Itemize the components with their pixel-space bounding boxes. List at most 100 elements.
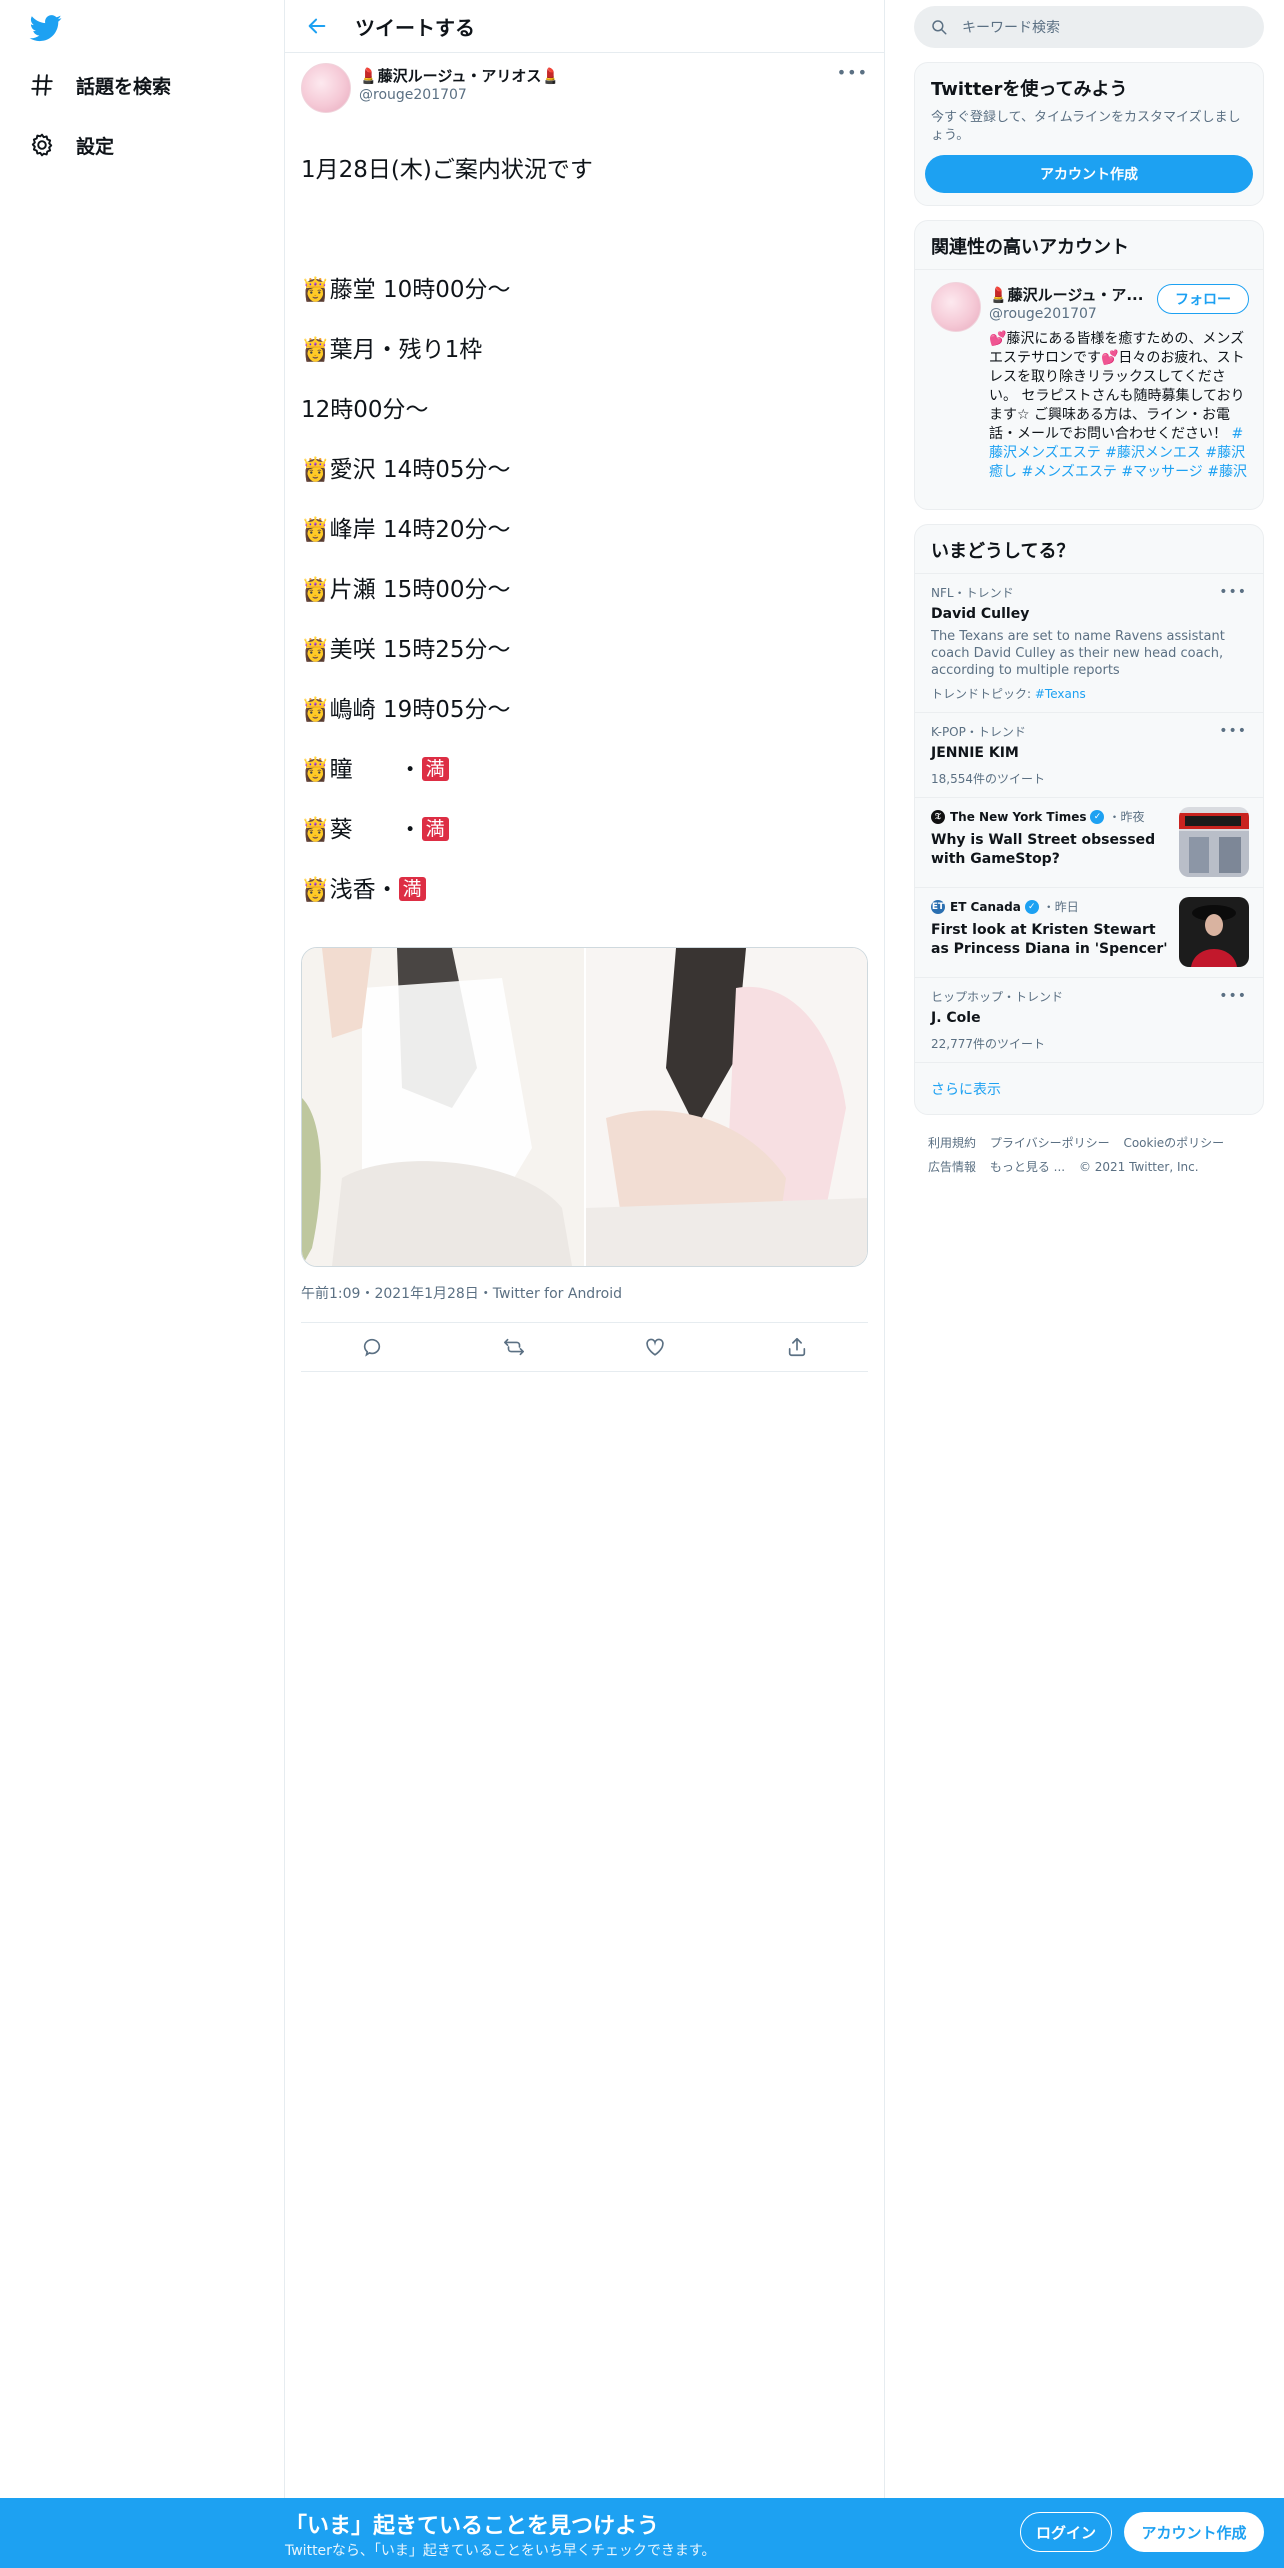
related-account-name: 💄藤沢ルージュ・ア... [989, 286, 1144, 304]
tweet-line: 👸葉月・残り1枠 [301, 337, 483, 363]
footer-link-privacy[interactable]: プライバシーポリシー [990, 1136, 1110, 1150]
tweet-photo-2[interactable] [583, 948, 867, 1266]
tweet-line: 1月28日(木)ご案内状況です [301, 157, 593, 183]
reply-icon[interactable] [354, 1329, 390, 1365]
follow-button[interactable]: フォロー [1157, 284, 1249, 314]
tweet-line: 👸嶋崎 19時05分～ [301, 697, 511, 723]
share-icon[interactable] [779, 1329, 815, 1365]
trend-tweet-count: 18,554件のツイート [931, 772, 1045, 786]
nav-settings[interactable]: 設定 [26, 121, 114, 169]
full-badge: 満 [421, 757, 449, 781]
tweet-text: 1月28日(木)ご案内状況です 👸藤堂 10時00分～ 👸葉月・残り1枠 12時… [285, 125, 884, 935]
gear-icon [26, 129, 58, 161]
full-badge: 満 [421, 817, 449, 841]
more-options-icon[interactable]: ••• [837, 63, 868, 82]
news-title: Why is Wall Street obsessed with GameSto… [931, 832, 1156, 867]
trend-context: NFL・トレンド [931, 586, 1014, 600]
trend-description: The Texans are set to name Ravens assist… [931, 629, 1225, 678]
more-options-icon[interactable]: ••• [1219, 988, 1247, 1004]
trend-topic-label: トレンドトピック: [931, 687, 1035, 701]
trend-item[interactable]: NFL・トレンド ••• David Culley The Texans are… [915, 573, 1263, 712]
news-title: First look at Kristen Stewart as Princes… [931, 922, 1168, 957]
tweet-author-row: 💄藤沢ルージュ・アリオス💄 @rouge201707 ••• [285, 53, 884, 113]
full-badge: 満 [398, 877, 426, 901]
author-name[interactable]: 💄藤沢ルージュ・アリオス💄 [359, 65, 560, 86]
related-accounts-card: 関連性の高いアカウント 💄藤沢ルージュ・ア... @rouge201707 フォ… [914, 220, 1264, 510]
related-account-handle: @rouge201707 [989, 306, 1097, 322]
avatar[interactable] [931, 282, 981, 332]
tweet-line: 👸瞳 ・満 [301, 755, 868, 785]
signup-card-title: Twitterを使ってみよう [931, 79, 1128, 100]
footer-copyright: © 2021 Twitter, Inc. [1078, 1160, 1199, 1174]
bottom-signup-bar: 「いま」起きていることを見つけよう Twitterなら、「いま」起きていることを… [0, 2498, 1284, 2568]
news-time: ・昨日 [1042, 900, 1079, 914]
etcanada-logo-icon: ET [931, 899, 945, 914]
nav-explore[interactable]: 話題を検索 [26, 61, 171, 109]
news-item[interactable]: 𝔗 The New York Times ✓ ・昨夜 Why is Wall S… [915, 797, 1263, 887]
bottom-bar-title: 「いま」起きていることを見つけよう [285, 2514, 660, 2539]
news-source-name: ET Canada [950, 899, 1021, 914]
tweet-line: 👸愛沢 14時05分～ [301, 457, 511, 483]
trend-item[interactable]: ヒップホップ・トレンド ••• J. Cole 22,777件のツイート [915, 977, 1263, 1062]
trend-topic-tag[interactable]: #Texans [1035, 687, 1086, 701]
footer-links: 利用規約 プライバシーポリシー Cookieのポリシー 広告情報 もっと見る .… [914, 1115, 1264, 1179]
login-button[interactable]: ログイン [1020, 2512, 1112, 2552]
tweet-line: 👸浅香・満 [301, 875, 868, 905]
more-options-icon[interactable]: ••• [1219, 584, 1247, 600]
footer-link-more[interactable]: もっと見る ... [990, 1160, 1065, 1174]
tweet-actions [301, 1323, 868, 1372]
trend-name: J. Cole [931, 1010, 981, 1026]
search-input[interactable]: キーワード検索 [914, 6, 1264, 48]
nav-explore-label: 話題を検索 [76, 75, 172, 98]
therapist-name: 👸葵 ・ [301, 817, 422, 843]
left-sidebar: 話題を検索 設定 [0, 0, 285, 2498]
tweet-line: 👸葵 ・満 [301, 815, 868, 845]
news-item[interactable]: ET ET Canada ✓ ・昨日 First look at Kristen… [915, 887, 1263, 977]
related-account-bio: 💕藤沢にある皆様を癒すための、メンズエステサロンです💕日々のお疲れ、ストレスを取… [989, 330, 1251, 482]
nav-settings-label: 設定 [76, 135, 115, 158]
tweet-line: 👸峰岸 14時20分～ [301, 517, 511, 543]
back-button[interactable] [297, 6, 337, 46]
signup-button[interactable]: アカウント作成 [1124, 2512, 1264, 2552]
footer-link-ads[interactable]: 広告情報 [928, 1160, 976, 1174]
like-icon[interactable] [637, 1329, 673, 1365]
therapist-name: 👸浅香・ [301, 877, 399, 903]
signup-card: Twitterを使ってみよう 今すぐ登録して、タイムラインをカスタマイズしましょ… [914, 62, 1264, 206]
footer-link-cookies[interactable]: Cookieのポリシー [1123, 1136, 1224, 1150]
more-options-icon[interactable]: ••• [1219, 723, 1247, 739]
news-thumbnail [1179, 807, 1249, 877]
trend-item[interactable]: K-POP・トレンド ••• JENNIE KIM 18,554件のツイート [915, 712, 1263, 797]
tweet: 💄藤沢ルージュ・アリオス💄 @rouge201707 ••• 1月28日(木)ご… [285, 53, 884, 1372]
twitter-logo-icon[interactable] [28, 12, 64, 44]
bio-text: 💕藤沢にある皆様を癒すための、メンズエステサロンです💕日々のお疲れ、ストレスを取… [989, 331, 1245, 442]
author-handle[interactable]: @rouge201707 [359, 87, 467, 103]
trend-name: David Culley [931, 606, 1030, 622]
news-thumbnail [1179, 897, 1249, 967]
tweet-line [301, 215, 868, 245]
tweet-photo-1[interactable] [302, 948, 584, 1266]
search-placeholder: キーワード検索 [962, 20, 1060, 36]
retweet-icon[interactable] [496, 1329, 532, 1365]
main-header: ツイートする [285, 0, 884, 53]
show-more-link[interactable]: さらに表示 [915, 1062, 1263, 1114]
related-accounts-title: 関連性の高いアカウント [931, 237, 1129, 258]
tweet-line: 12時00分～ [301, 397, 429, 423]
create-account-button[interactable]: アカウント作成 [925, 155, 1253, 193]
page-title: ツイートする [355, 15, 475, 40]
footer-link-terms[interactable]: 利用規約 [928, 1136, 976, 1150]
main-column: ツイートする 💄藤沢ルージュ・アリオス💄 @rouge201707 ••• 1月… [285, 0, 885, 2498]
trend-topic: トレンドトピック: #Texans [931, 685, 1247, 702]
trend-name: JENNIE KIM [931, 745, 1019, 761]
back-arrow-icon [308, 18, 326, 34]
right-column: キーワード検索 Twitterを使ってみよう 今すぐ登録して、タイムラインをカス… [914, 0, 1264, 1179]
trend-tweet-count: 22,777件のツイート [931, 1037, 1045, 1051]
signup-card-desc: 今すぐ登録して、タイムラインをカスタマイズしましょう。 [931, 110, 1241, 143]
related-account[interactable]: 💄藤沢ルージュ・ア... @rouge201707 フォロー 💕藤沢にある皆様を… [915, 269, 1263, 509]
trend-context: ヒップホップ・トレンド [931, 990, 1064, 1004]
tweet-line: 👸片瀬 15時00分～ [301, 577, 511, 603]
hashtag-icon [26, 69, 58, 101]
tweet-meta[interactable]: 午前1:09・2021年1月28日・Twitter for Android [301, 1283, 868, 1323]
trends-card: いまどうしてる？ NFL・トレンド ••• David Culley The T… [914, 524, 1264, 1115]
avatar[interactable] [301, 63, 351, 113]
trends-title: いまどうしてる？ [931, 541, 1075, 562]
